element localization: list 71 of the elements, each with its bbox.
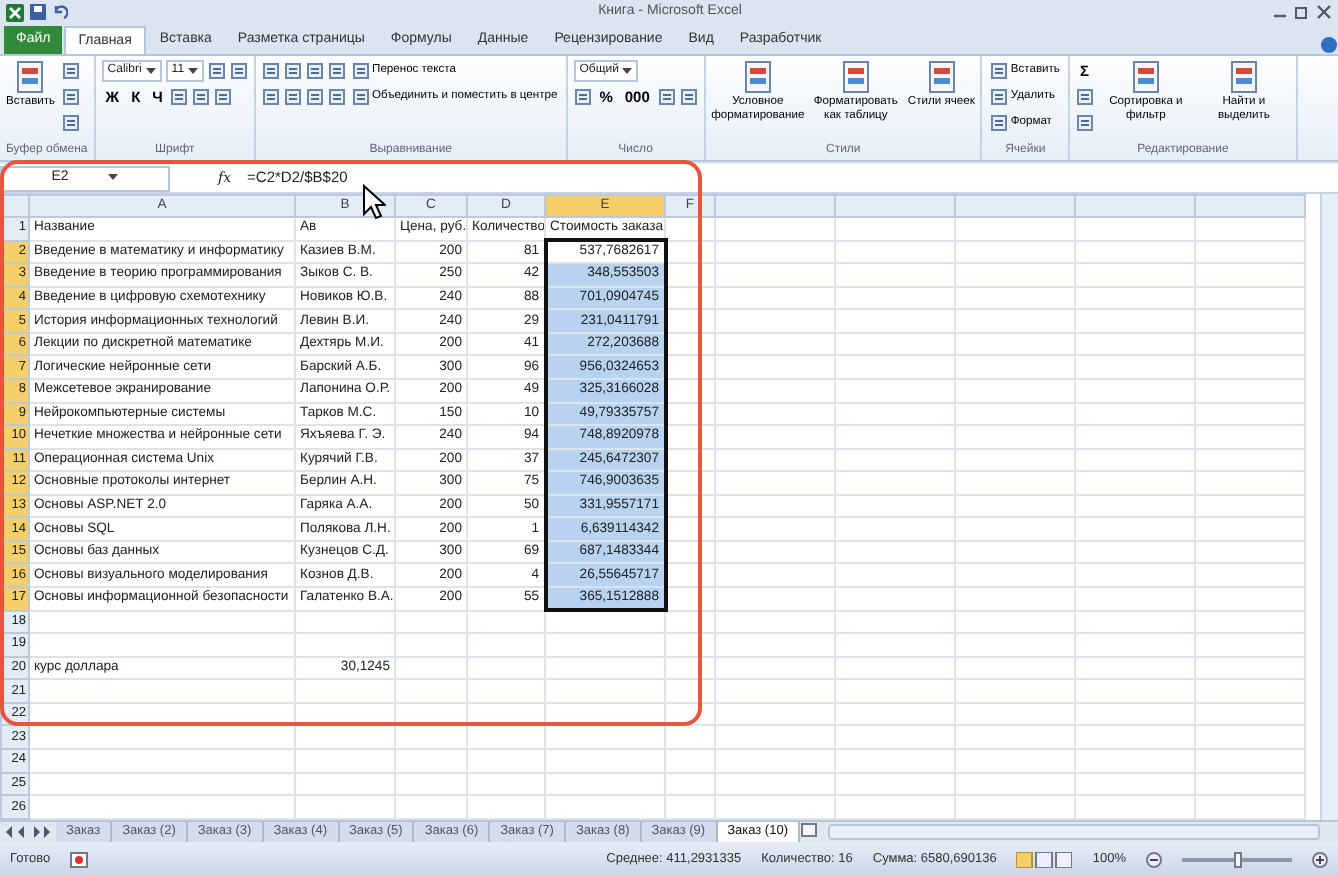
lines-icon [208,62,227,80]
toolbar-button[interactable] [208,60,227,82]
caret-icon [108,174,119,182]
lines-icon [352,62,371,80]
toolbar-button[interactable] [262,60,281,82]
lines-icon [61,88,80,106]
toolbar-button[interactable] [61,86,80,108]
document-icon [1227,60,1260,96]
document-icon [741,60,774,96]
lines-icon [61,62,80,80]
toolbar-button[interactable] [657,86,676,108]
lines-icon [1075,114,1094,132]
document-icon [839,60,872,96]
vertical-scrollbar[interactable] [1320,194,1338,820]
toolbar-button[interactable] [230,60,249,82]
document-icon [14,60,47,96]
toolbar-button[interactable] [679,86,698,108]
toolbar-button[interactable] [1075,86,1094,108]
lines-icon [679,88,698,106]
document-icon [925,60,958,96]
toolbar-button[interactable] [284,86,303,108]
lines-icon [214,88,233,106]
caret-icon [145,67,156,75]
lines-icon [328,88,347,106]
lines-icon [328,62,347,80]
macro-record-icon[interactable] [70,851,89,867]
lines-icon [306,88,325,106]
lines-icon [990,88,1009,106]
caret-icon [188,67,199,75]
toolbar-button[interactable] [306,86,325,108]
horizontal-scrollbar[interactable] [827,824,1320,840]
toolbar-button[interactable] [573,86,592,108]
lines-icon [1075,88,1094,106]
lines-icon [990,114,1009,132]
lines-icon [284,88,303,106]
lines-icon [352,88,371,106]
caret-icon [622,67,633,75]
lines-icon [284,62,303,80]
zoom-slider-thumb[interactable] [1233,851,1241,867]
zoom-in-icon[interactable] [1312,851,1328,867]
toolbar-button[interactable] [214,86,233,108]
toolbar-button[interactable] [328,60,347,82]
toolbar-button[interactable] [306,60,325,82]
restore-icon[interactable] [1294,4,1310,20]
lines-icon [230,62,249,80]
sheet-navigation-icon[interactable] [6,826,50,838]
undo-icon[interactable] [52,4,68,20]
close-icon[interactable] [1316,4,1332,20]
lines-icon [170,88,189,106]
lines-icon [61,114,80,132]
lines-icon [657,88,676,106]
zoom-out-icon[interactable] [1146,851,1162,867]
lines-icon [192,88,211,106]
toolbar-button[interactable] [262,86,281,108]
lines-icon [573,88,592,106]
toolbar-button[interactable] [192,86,211,108]
lines-icon [990,62,1009,80]
lines-icon [262,88,281,106]
new-sheet-icon[interactable] [799,822,820,838]
toolbar-button[interactable] [1075,112,1094,134]
lines-icon [262,62,281,80]
toolbar-button[interactable] [170,86,189,108]
lines-icon [306,62,325,80]
document-icon [1129,60,1162,96]
toolbar-button[interactable] [328,86,347,108]
toolbar-button[interactable] [61,60,80,82]
spreadsheet-app-icon[interactable] [6,3,24,21]
save-icon[interactable] [30,4,46,20]
page-view-icons[interactable] [1016,851,1073,867]
toolbar-button[interactable] [284,60,303,82]
toolbar-button[interactable] [61,112,80,134]
